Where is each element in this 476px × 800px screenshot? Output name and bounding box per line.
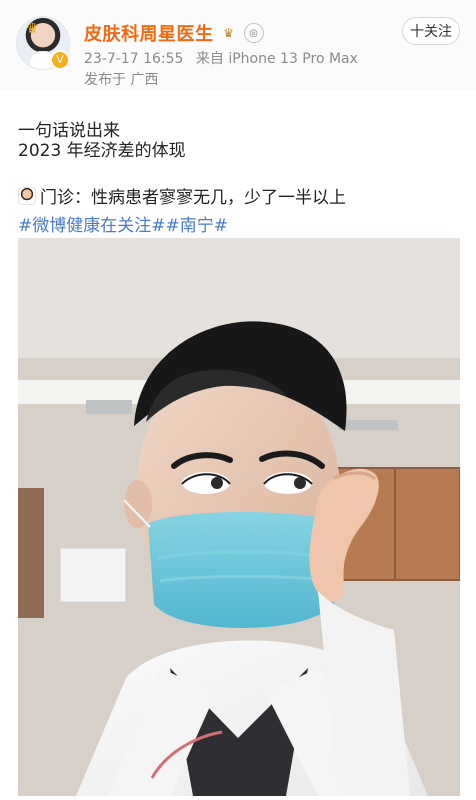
username-row: 皮肤科周星医生 ♛ ◎ [84, 20, 264, 46]
post-line-3: 门诊：性病患者寥寥无几，少了一半以上 [18, 183, 458, 208]
post-meta: 23-7-17 16:55 来自 iPhone 13 Pro Max [84, 48, 366, 68]
post-header: V ♛ 皮肤科周星医生 ♛ ◎ 23-7-17 16:55 来自 iPhone … [0, 0, 476, 90]
post-photo[interactable] [18, 238, 460, 796]
timestamp: 23-7-17 16:55 [84, 51, 184, 67]
vent [86, 400, 132, 414]
photo-illustration [18, 238, 460, 796]
post-line-2: 2023 年经济差的体现 [18, 141, 186, 161]
crown-icon: ♛ [26, 21, 39, 37]
doorway [18, 488, 44, 618]
hashtag-line[interactable]: #微博健康在关注##南宁# [18, 211, 458, 236]
left-pupil [211, 477, 223, 489]
username[interactable]: 皮肤科周星医生 [84, 20, 214, 46]
doctor-emoji-icon [18, 187, 36, 205]
vent-right [338, 420, 398, 430]
avatar-wrapper[interactable]: V ♛ [16, 16, 70, 70]
medal-badge-icon: ◎ [243, 23, 264, 43]
post-line-3-text: 门诊：性病患者寥寥无几，少了一半以上 [40, 188, 346, 208]
wall-notice [59, 547, 127, 603]
location: 发布于 广西 [84, 72, 159, 88]
follow-button[interactable]: 十关注 [402, 17, 460, 45]
source-device: 来自 iPhone 13 Pro Max [195, 51, 358, 67]
crown-badge-icon: ♛ [223, 26, 234, 40]
verified-badge-icon: V [50, 50, 70, 70]
weibo-post: V ♛ 皮肤科周星医生 ♛ ◎ 23-7-17 16:55 来自 iPhone … [0, 0, 476, 800]
